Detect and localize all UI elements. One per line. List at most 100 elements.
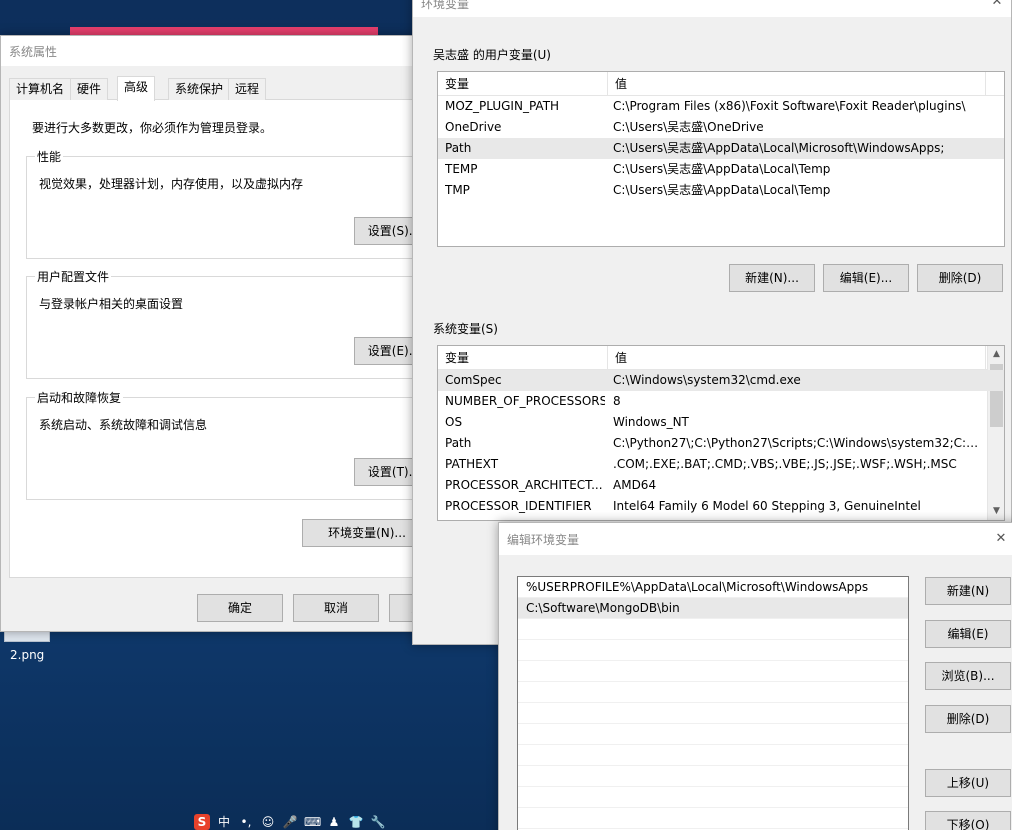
list-item[interactable]: C:\Software\MongoDB\bin [518, 598, 908, 619]
performance-title: 性能 [35, 148, 64, 165]
variable-value-cell: Intel64 Family 6 Model 60 Stepping 3, Ge… [613, 499, 921, 513]
tab-remote[interactable]: 远程 [228, 78, 267, 100]
variable-name-cell: ComSpec [445, 373, 502, 387]
ime-toolbar: S 中 •, ☺ 🎤 ⌨ ♟ 👕 🔧 [194, 814, 386, 830]
ok-button[interactable]: 确定 [197, 594, 283, 622]
variable-name-cell: NUMBER_OF_PROCESSORS [445, 394, 605, 408]
variable-value-cell: C:\Windows\system32\cmd.exe [613, 373, 801, 387]
list-item[interactable] [518, 640, 908, 661]
shirt-icon[interactable]: 👕 [348, 814, 364, 830]
user-variables-list[interactable]: 变量 值 MOZ_PLUGIN_PATH C:\Program Files (x8… [437, 71, 1005, 247]
startup-recovery-desc: 系统启动、系统故障和调试信息 [39, 418, 208, 432]
tab-hardware[interactable]: 硬件 [70, 78, 109, 100]
desktop-file-label[interactable]: 2.png [10, 648, 44, 662]
table-row[interactable]: TMP C:\Users\吴志盛\AppData\Local\Temp [438, 180, 1004, 201]
variable-value-cell: C:\Users\吴志盛\OneDrive [613, 120, 764, 134]
performance-group: 性能 视觉效果，处理器计划，内存使用，以及虚拟内存 设置(S)... [26, 148, 446, 259]
table-row[interactable]: PROCESSOR_IDENTIFIER Intel64 Family 6 Mod… [438, 496, 1004, 517]
user-profiles-desc: 与登录帐户相关的桌面设置 [39, 297, 184, 311]
list-item[interactable] [518, 808, 908, 829]
column-header-value[interactable]: 值 [608, 346, 986, 370]
column-header-variable[interactable]: 变量 [438, 346, 608, 370]
variable-value-cell: C:\Users\吴志盛\AppData\Local\Microsoft\Win… [613, 141, 945, 155]
startup-recovery-group: 启动和故障恢复 系统启动、系统故障和调试信息 设置(T)... [26, 389, 446, 500]
new-entry-button[interactable]: 新建(N) [925, 577, 1011, 605]
desktop-window-strip [70, 27, 378, 35]
performance-desc: 视觉效果，处理器计划，内存使用，以及虚拟内存 [39, 177, 304, 191]
variable-value-cell: AMD64 [613, 478, 657, 492]
variable-value-cell: 8 [613, 394, 621, 408]
browse-button[interactable]: 浏览(B)... [925, 662, 1011, 690]
table-row[interactable]: ComSpec C:\Windows\system32\cmd.exe [438, 370, 1004, 391]
admin-note: 要进行大多数更改，你必须作为管理员登录。 [32, 121, 273, 135]
list-item[interactable] [518, 661, 908, 682]
variable-name-cell: PATHEXT [445, 457, 499, 471]
list-item[interactable] [518, 787, 908, 808]
punctuation-icon[interactable]: •, [238, 814, 254, 830]
system-properties-window: 系统属性 计算机名 硬件 高级 系统保护 远程 要进行大多数更改，你必须作为管理… [0, 35, 475, 632]
tab-advanced[interactable]: 高级 [117, 76, 156, 101]
variable-value-cell: C:\Users\吴志盛\AppData\Local\Temp [613, 162, 831, 176]
close-icon[interactable]: ✕ [993, 531, 1009, 547]
user-edit-button[interactable]: 编辑(E)... [823, 264, 909, 292]
keyboard-icon[interactable]: ⌨ [304, 814, 321, 830]
table-row[interactable]: Path C:\Python27\;C:\Python27\Scripts;C:\… [438, 433, 1004, 454]
user-delete-button[interactable]: 删除(D) [917, 264, 1003, 292]
chinese-input-icon[interactable]: 中 [216, 814, 232, 830]
variable-name-cell: OS [445, 415, 463, 429]
user-icon[interactable]: ♟ [326, 814, 342, 830]
tab-system-protection[interactable]: 系统保护 [168, 78, 231, 100]
advanced-tab-panel: 要进行大多数更改，你必须作为管理员登录。 性能 视觉效果，处理器计划，内存使用，… [9, 100, 446, 578]
user-profiles-group: 用户配置文件 与登录帐户相关的桌面设置 设置(E)... [26, 268, 446, 379]
emoji-icon[interactable]: ☺ [260, 814, 276, 830]
variable-name-cell: TEMP [445, 162, 478, 176]
list-item[interactable] [518, 703, 908, 724]
user-variables-label: 吴志盛 的用户变量(U) [433, 48, 551, 62]
variable-value-cell: C:\Python27\;C:\Python27\Scripts;C:\Wind… [613, 436, 982, 450]
variable-name-cell: Path [445, 436, 472, 450]
tab-computer-name[interactable]: 计算机名 [9, 78, 72, 100]
path-entries-list[interactable]: %USERPROFILE%\AppData\Local\Microsoft\Wi… [517, 576, 909, 830]
table-row[interactable]: OneDrive C:\Users\吴志盛\OneDrive [438, 117, 1004, 138]
variable-value-cell: C:\Users\吴志盛\AppData\Local\Temp [613, 183, 831, 197]
tab-strip: 计算机名 硬件 高级 系统保护 远程 [9, 76, 419, 101]
table-row[interactable]: PATHEXT .COM;.EXE;.BAT;.CMD;.VBS;.VBE;.JS… [438, 454, 1004, 475]
cancel-button[interactable]: 取消 [293, 594, 379, 622]
sogou-logo-icon[interactable]: S [194, 814, 210, 830]
startup-recovery-title: 启动和故障恢复 [35, 389, 124, 406]
user-profiles-title: 用户配置文件 [35, 268, 112, 285]
window-title: 编辑环境变量 [499, 523, 1012, 555]
variable-value-cell: C:\Program Files (x86)\Foxit Software\Fo… [613, 99, 966, 113]
table-row[interactable]: Path C:\Users\吴志盛\AppData\Local\Microsoft… [438, 138, 1004, 159]
list-item[interactable]: %USERPROFILE%\AppData\Local\Microsoft\Wi… [518, 577, 908, 598]
table-row[interactable]: MOZ_PLUGIN_PATH C:\Program Files (x86)\Fo… [438, 96, 1004, 117]
move-up-button[interactable]: 上移(U) [925, 769, 1011, 797]
delete-entry-button[interactable]: 删除(D) [925, 705, 1011, 733]
list-item[interactable] [518, 766, 908, 787]
system-variables-list[interactable]: 变量 值 ▲ ▼ ComSpec C:\Windows\system32\cmd.… [437, 345, 1005, 521]
scroll-up-arrow-icon[interactable]: ▲ [988, 346, 1004, 363]
column-header-value[interactable]: 值 [608, 72, 986, 96]
window-title: 环境变量 [413, 0, 1011, 17]
table-row[interactable]: OS Windows_NT [438, 412, 1004, 433]
close-icon[interactable]: ✕ [989, 0, 1005, 10]
column-header-variable[interactable]: 变量 [438, 72, 608, 96]
wrench-icon[interactable]: 🔧 [370, 814, 386, 830]
list-item[interactable] [518, 745, 908, 766]
list-item[interactable] [518, 724, 908, 745]
microphone-icon[interactable]: 🎤 [282, 814, 298, 830]
variable-name-cell: PROCESSOR_IDENTIFIER [445, 499, 592, 513]
user-new-button[interactable]: 新建(N)... [729, 264, 815, 292]
variable-name-cell: MOZ_PLUGIN_PATH [445, 99, 560, 113]
variable-value-cell: .COM;.EXE;.BAT;.CMD;.VBS;.VBE;.JS;.JSE;.… [613, 457, 957, 471]
system-variables-label: 系统变量(S) [433, 322, 498, 336]
table-row[interactable]: TEMP C:\Users\吴志盛\AppData\Local\Temp [438, 159, 1004, 180]
table-row[interactable]: NUMBER_OF_PROCESSORS 8 [438, 391, 1004, 412]
variable-name-cell: TMP [445, 183, 470, 197]
edit-entry-button[interactable]: 编辑(E) [925, 620, 1011, 648]
window-title: 系统属性 [1, 36, 419, 66]
move-down-button[interactable]: 下移(O) [925, 811, 1011, 830]
list-item[interactable] [518, 619, 908, 640]
list-item[interactable] [518, 682, 908, 703]
table-row[interactable]: PROCESSOR_ARCHITECT... AMD64 [438, 475, 1004, 496]
